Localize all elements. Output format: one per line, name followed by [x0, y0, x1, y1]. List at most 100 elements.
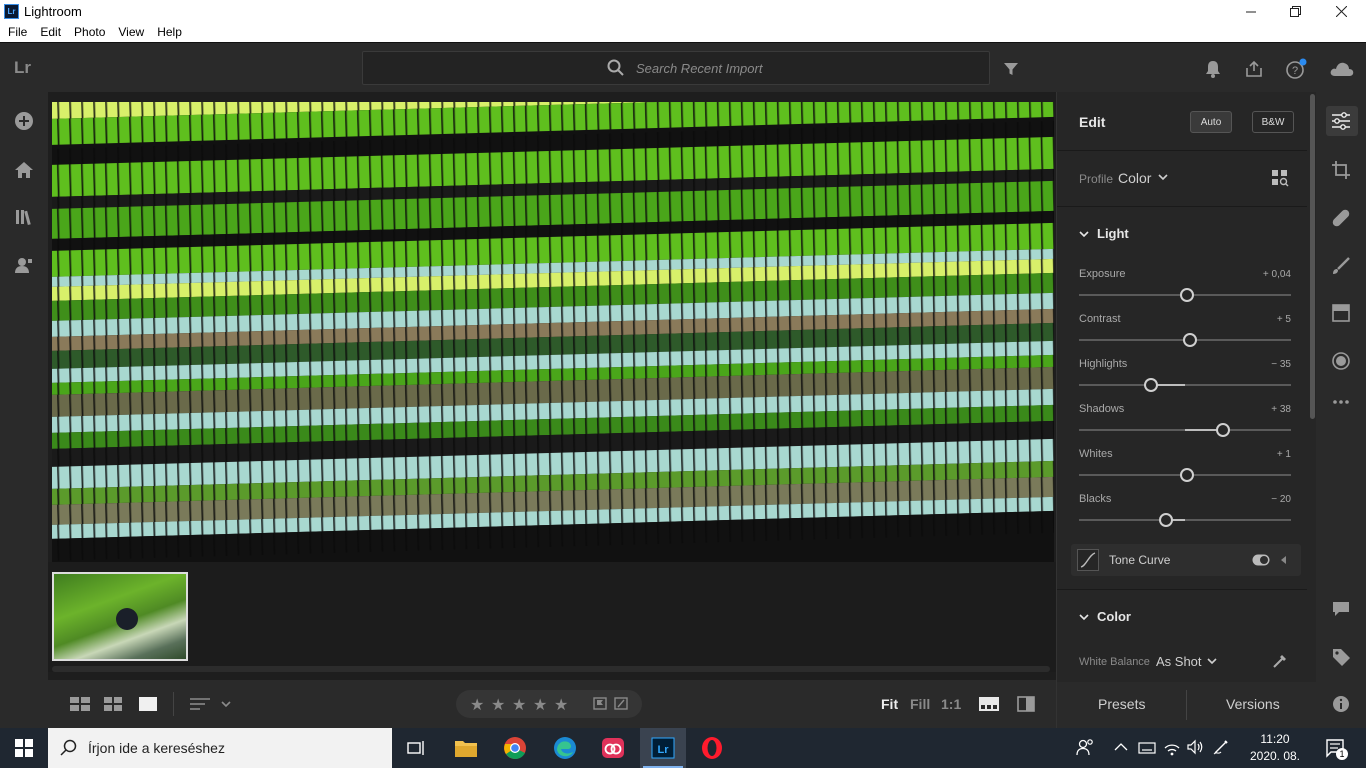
keywords-button[interactable] — [1329, 645, 1353, 669]
notifications-button[interactable] — [1201, 57, 1225, 81]
people-icon[interactable] — [1076, 738, 1094, 756]
task-view-button[interactable] — [402, 734, 430, 762]
profile-dropdown[interactable]: Color — [1118, 170, 1151, 186]
search-field[interactable]: Search Recent Import — [362, 51, 990, 85]
add-photos-button[interactable] — [12, 109, 36, 133]
edit-panel-scrollbar[interactable] — [1310, 94, 1315, 419]
zoom-one-to-one[interactable]: 1:1 — [941, 696, 961, 712]
people-button[interactable] — [12, 253, 36, 277]
tone-curve-section[interactable]: Tone Curve — [1071, 544, 1301, 576]
menu-photo[interactable]: Photo — [74, 23, 105, 42]
light-section-title[interactable]: Light — [1097, 226, 1129, 241]
minimize-button[interactable] — [1228, 0, 1274, 23]
taskbar-search[interactable]: Írjon ide a kereséshez — [48, 728, 392, 768]
rating-star-4[interactable]: ★ — [533, 695, 547, 715]
start-button[interactable] — [10, 734, 38, 762]
profile-browser-icon[interactable] — [1271, 169, 1289, 187]
rating-star-5[interactable]: ★ — [554, 695, 568, 715]
volume-icon[interactable] — [1186, 738, 1204, 756]
chrome-button[interactable] — [501, 734, 529, 762]
edit-tool-button[interactable] — [1329, 109, 1353, 133]
rating-star-3[interactable]: ★ — [512, 695, 526, 715]
edge-button[interactable] — [551, 734, 579, 762]
detail-view-button[interactable] — [138, 694, 158, 714]
keyboard-icon[interactable] — [1138, 738, 1156, 756]
slider-track-contrast[interactable] — [1079, 333, 1291, 347]
menu-view[interactable]: View — [118, 23, 144, 42]
bw-button[interactable]: B&W — [1252, 111, 1294, 133]
radial-gradient-tool-button[interactable] — [1329, 349, 1353, 373]
photo-grid-view-button[interactable] — [103, 694, 123, 714]
wifi-icon[interactable] — [1163, 738, 1181, 756]
opera-button[interactable] — [698, 734, 726, 762]
chevron-down-icon[interactable] — [1079, 612, 1089, 622]
versions-tab[interactable]: Versions — [1226, 696, 1280, 712]
auto-button[interactable]: Auto — [1190, 111, 1232, 133]
slider-value-contrast[interactable]: + 5 — [1277, 314, 1291, 325]
loupe-photo[interactable] — [52, 102, 1054, 562]
menu-edit[interactable]: Edit — [40, 23, 61, 42]
filmstrip-scrollbar[interactable] — [52, 666, 1050, 672]
creative-cloud-button[interactable] — [599, 734, 627, 762]
slider-value-shadows[interactable]: + 38 — [1271, 404, 1291, 415]
home-button[interactable] — [12, 158, 36, 182]
eyedropper-icon[interactable] — [1271, 652, 1289, 670]
toggle-visibility-icon[interactable] — [1252, 554, 1270, 566]
rating-star-2[interactable]: ★ — [491, 695, 505, 715]
slider-track-highlights[interactable] — [1079, 378, 1291, 392]
linear-gradient-tool-button[interactable] — [1329, 301, 1353, 325]
clock-time: 11:20 — [1260, 732, 1290, 746]
slider-handle[interactable] — [1144, 378, 1159, 392]
taskbar-clock[interactable]: 11:20 2020. 08. 05. — [1240, 731, 1310, 768]
info-button[interactable] — [1329, 692, 1353, 716]
comments-button[interactable] — [1329, 597, 1353, 621]
chevron-down-icon[interactable] — [1207, 658, 1217, 666]
expand-left-icon[interactable] — [1281, 556, 1287, 564]
share-button[interactable] — [1242, 57, 1266, 81]
reject-flag-icon[interactable] — [614, 697, 628, 711]
slider-track-blacks[interactable] — [1079, 513, 1291, 527]
lightroom-taskbar-button[interactable]: Lr — [649, 734, 677, 762]
slider-handle[interactable] — [1179, 468, 1194, 482]
white-balance-dropdown[interactable]: As Shot — [1156, 654, 1202, 669]
photo-thumbnail[interactable] — [52, 572, 188, 661]
slider-handle[interactable] — [1216, 423, 1231, 437]
slider-handle[interactable] — [1183, 333, 1198, 347]
slider-track-whites[interactable] — [1079, 468, 1291, 482]
compare-view-button[interactable] — [1016, 694, 1036, 714]
more-tools-button[interactable] — [1329, 390, 1353, 414]
chevron-down-icon[interactable] — [1158, 174, 1168, 182]
filter-button[interactable] — [999, 57, 1023, 81]
file-explorer-button[interactable] — [452, 734, 480, 762]
slider-track-shadows[interactable] — [1079, 423, 1291, 437]
filmstrip-toggle-button[interactable] — [978, 694, 1000, 714]
chevron-up-icon[interactable] — [1114, 742, 1128, 752]
restore-button[interactable] — [1272, 0, 1318, 23]
rating-star-1[interactable]: ★ — [470, 695, 484, 715]
help-button[interactable]: ? — [1284, 57, 1308, 81]
slider-value-highlights[interactable]: − 35 — [1271, 359, 1291, 370]
menu-help[interactable]: Help — [157, 23, 182, 42]
crop-tool-button[interactable] — [1329, 158, 1353, 182]
pen-icon[interactable] — [1212, 738, 1230, 756]
slider-value-whites[interactable]: + 1 — [1277, 449, 1291, 460]
slider-handle[interactable] — [1158, 513, 1173, 527]
sort-button[interactable] — [190, 694, 232, 714]
close-button[interactable] — [1318, 0, 1364, 23]
healing-tool-button[interactable] — [1329, 206, 1353, 230]
slider-handle[interactable] — [1179, 288, 1194, 302]
slider-track-exposure[interactable] — [1079, 288, 1291, 302]
brush-tool-button[interactable] — [1329, 254, 1353, 278]
cloud-sync-button[interactable] — [1328, 57, 1356, 81]
square-grid-view-button[interactable] — [70, 694, 90, 714]
zoom-fill[interactable]: Fill — [910, 696, 930, 712]
presets-tab[interactable]: Presets — [1098, 696, 1145, 712]
pick-flag-icon[interactable] — [593, 697, 607, 711]
chevron-down-icon[interactable] — [1079, 229, 1089, 239]
slider-value-blacks[interactable]: − 20 — [1271, 494, 1291, 505]
menu-file[interactable]: File — [8, 23, 27, 42]
library-button[interactable] — [12, 205, 36, 229]
slider-value-exposure[interactable]: + 0,04 — [1263, 269, 1291, 280]
zoom-fit[interactable]: Fit — [881, 696, 898, 712]
color-section-title[interactable]: Color — [1097, 609, 1131, 624]
